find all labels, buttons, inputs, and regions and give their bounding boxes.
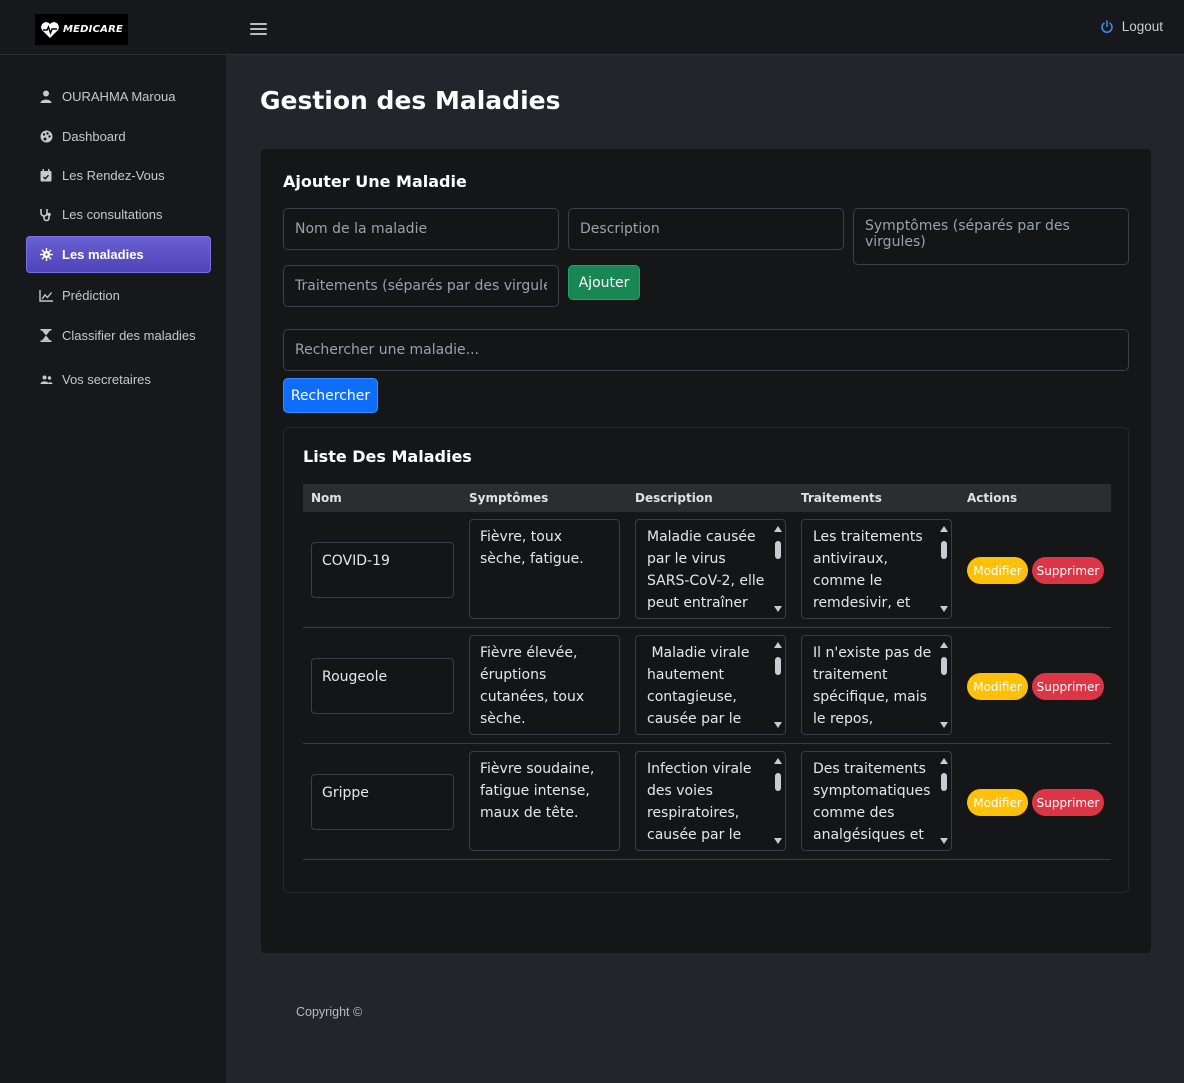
palette-icon <box>39 130 53 144</box>
treatments-text: Il n'existe pas de traitement spécifique… <box>813 645 932 727</box>
symptoms-cell[interactable]: Fièvre, toux sèche, fatigue. <box>469 519 620 619</box>
table-header: Nom Symptômes Description Traitements Ac… <box>303 484 1111 512</box>
description-input[interactable] <box>568 208 844 250</box>
scrollbar[interactable] <box>938 637 950 733</box>
description-text: Infection virale des voies respiratoires… <box>647 761 752 843</box>
heart-pulse-icon <box>41 21 59 38</box>
treatments-cell[interactable]: Les traitements antiviraux, comme le rem… <box>801 519 952 619</box>
sidebar-item-maladies[interactable]: Les maladies <box>26 236 211 273</box>
user-icon <box>39 90 53 104</box>
line-chart-icon <box>39 289 53 303</box>
description-cell[interactable]: Maladie virale hautement contagieuse, ca… <box>635 635 786 735</box>
description-text: Maladie virale hautement contagieuse, ca… <box>647 645 754 727</box>
sidebar-item-profile[interactable]: OURAHMA Maroua <box>26 78 211 115</box>
sidebar-item-classifier[interactable]: Classifier des maladies <box>26 317 211 354</box>
treatments-text: Des traitements symptomatiques comme des… <box>813 761 931 843</box>
symptoms-cell[interactable]: Fièvre soudaine, fatigue intense, maux d… <box>469 751 620 851</box>
scrollbar[interactable] <box>772 521 784 617</box>
sidebar-item-label: Vos secretaires <box>62 372 151 387</box>
column-header-traitements: Traitements <box>801 491 882 505</box>
footer-copyright: Copyright © <box>296 1005 363 1019</box>
sidebar-item-label: Prédiction <box>62 288 120 303</box>
medicare-logo[interactable]: MEDICARE <box>35 14 128 45</box>
hourglass-icon <box>39 329 53 343</box>
logout-button[interactable]: Logout <box>1100 19 1163 34</box>
treatments-text: Les traitements antiviraux, comme le rem… <box>813 529 923 618</box>
table-row: Grippe Fièvre soudaine, fatigue intense,… <box>303 744 1111 860</box>
sidebar-item-label: Classifier des maladies <box>62 328 196 343</box>
column-header-actions: Actions <box>967 491 1018 505</box>
sidebar-item-consultations[interactable]: Les consultations <box>26 196 211 233</box>
sidebar-item-dashboard[interactable]: Dashboard <box>26 118 211 155</box>
sidebar-item-prediction[interactable]: Prédiction <box>26 277 211 314</box>
treatments-input[interactable] <box>283 265 559 307</box>
column-header-nom: Nom <box>311 491 342 505</box>
maladies-card: Ajouter Une Maladie Ajouter Rechercher L… <box>261 149 1151 953</box>
brand-name: MEDICARE <box>63 24 124 35</box>
calendar-check-icon <box>39 169 53 183</box>
hamburger-icon[interactable] <box>250 23 267 37</box>
scrollbar[interactable] <box>772 637 784 733</box>
disease-name-cell[interactable]: Grippe <box>311 774 454 830</box>
disease-name-cell[interactable]: COVID-19 <box>311 542 454 598</box>
symptoms-cell[interactable]: Fièvre élevée, éruptions cutanées, toux … <box>469 635 620 735</box>
scrollbar[interactable] <box>938 753 950 849</box>
treatments-cell[interactable]: Il n'existe pas de traitement spécifique… <box>801 635 952 735</box>
scrollbar[interactable] <box>772 753 784 849</box>
table-row: COVID-19 Fièvre, toux sèche, fatigue. Ma… <box>303 512 1111 628</box>
virus-icon <box>39 248 53 262</box>
edit-button[interactable]: Modifier <box>967 789 1028 816</box>
sidebar-item-label: Les Rendez-Vous <box>62 168 165 183</box>
delete-button[interactable]: Supprimer <box>1032 673 1104 700</box>
column-header-description: Description <box>635 491 713 505</box>
disease-name-input[interactable] <box>283 208 559 250</box>
description-cell[interactable]: Maladie causée par le virus SARS-CoV-2, … <box>635 519 786 619</box>
search-button[interactable]: Rechercher <box>283 378 378 413</box>
disease-list-card: Liste Des Maladies Nom Symptômes Descrip… <box>283 427 1129 893</box>
sidebar-item-label: Les maladies <box>62 247 144 262</box>
column-header-symptomes: Symptômes <box>469 491 549 505</box>
logout-label: Logout <box>1121 19 1163 34</box>
page-title: Gestion des Maladies <box>260 86 561 115</box>
symptoms-input[interactable] <box>853 208 1129 265</box>
scrollbar[interactable] <box>938 521 950 617</box>
sidebar-item-rendez-vous[interactable]: Les Rendez-Vous <box>26 157 211 194</box>
top-navbar: MEDICARE Logout <box>0 0 1184 55</box>
treatments-cell[interactable]: Des traitements symptomatiques comme des… <box>801 751 952 851</box>
edit-button[interactable]: Modifier <box>967 557 1028 584</box>
power-icon <box>1101 19 1113 33</box>
list-title: Liste Des Maladies <box>303 447 472 466</box>
sidebar: OURAHMA Maroua Dashboard Les Rendez-Vous… <box>0 55 226 1083</box>
sidebar-item-secretaires[interactable]: Vos secretaires <box>26 361 211 398</box>
sidebar-item-label: Les consultations <box>62 207 163 222</box>
edit-button[interactable]: Modifier <box>967 673 1028 700</box>
delete-button[interactable]: Supprimer <box>1032 557 1104 584</box>
add-form-title: Ajouter Une Maladie <box>283 172 467 191</box>
stethoscope-icon <box>39 208 53 222</box>
sidebar-item-label: OURAHMA Maroua <box>62 89 176 104</box>
delete-button[interactable]: Supprimer <box>1032 789 1104 816</box>
users-icon <box>39 373 53 387</box>
description-cell[interactable]: Infection virale des voies respiratoires… <box>635 751 786 851</box>
disease-name-cell[interactable]: Rougeole <box>311 658 454 714</box>
description-text: Maladie causée par le virus SARS-CoV-2, … <box>647 529 765 618</box>
sidebar-item-label: Dashboard <box>62 129 126 144</box>
search-input[interactable] <box>283 329 1129 371</box>
table-row: Rougeole Fièvre élevée, éruptions cutané… <box>303 628 1111 744</box>
add-disease-button[interactable]: Ajouter <box>568 265 640 300</box>
